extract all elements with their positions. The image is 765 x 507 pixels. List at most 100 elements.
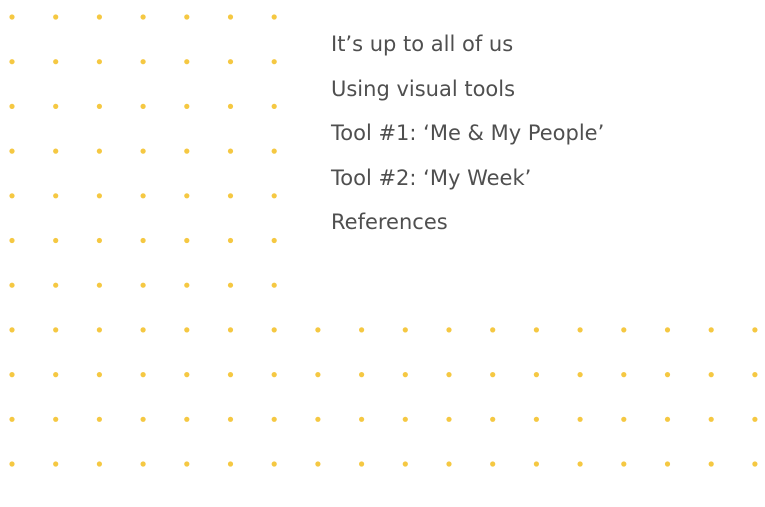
toc-link-references[interactable]: References xyxy=(331,200,604,245)
decorative-dot xyxy=(271,372,277,378)
decorative-dot xyxy=(227,14,234,20)
decorative-dot xyxy=(53,148,59,154)
decorative-dot xyxy=(664,327,671,333)
decorative-dot xyxy=(271,59,277,65)
decorative-dot xyxy=(9,59,15,65)
decorative-dot xyxy=(96,327,102,333)
decorative-dot xyxy=(9,14,15,20)
decorative-dot xyxy=(227,461,234,467)
toc-link-up-to-all-of-us[interactable]: It’s up to all of us xyxy=(331,22,604,67)
decorative-dot xyxy=(140,14,146,20)
decorative-dot xyxy=(446,416,452,422)
decorative-dot xyxy=(96,148,102,154)
toc-link-tool-2-my-week[interactable]: Tool #2: ‘My Week’ xyxy=(331,156,604,201)
decorative-dot xyxy=(577,327,583,333)
toc-link-tool-1-me-and-my-people[interactable]: Tool #1: ‘Me & My People’ xyxy=(331,111,604,156)
decorative-dot xyxy=(752,416,758,422)
decorative-dot xyxy=(96,193,102,199)
decorative-dot xyxy=(140,103,146,109)
decorative-dot xyxy=(53,461,59,467)
decorative-dot xyxy=(446,372,452,378)
decorative-dot xyxy=(359,327,365,333)
decorative-dot xyxy=(140,148,146,154)
decorative-dot xyxy=(53,237,59,244)
decorative-dot xyxy=(184,282,190,288)
decorative-dot xyxy=(140,237,146,244)
decorative-dot xyxy=(271,416,277,422)
decorative-dot xyxy=(227,103,234,109)
decorative-dot xyxy=(664,461,671,467)
decorative-dot xyxy=(96,59,102,65)
decorative-dot xyxy=(402,416,408,422)
decorative-dot xyxy=(752,327,758,333)
decorative-dot xyxy=(577,416,583,422)
decorative-dot xyxy=(533,461,540,467)
decorative-dot xyxy=(184,237,190,244)
decorative-dot xyxy=(708,461,714,467)
decorative-dot xyxy=(140,193,146,199)
decorative-dot xyxy=(752,372,758,378)
decorative-dot xyxy=(402,327,408,333)
decorative-dot xyxy=(184,14,190,20)
decorative-dot xyxy=(271,103,277,109)
decorative-dot xyxy=(9,372,15,378)
decorative-dot xyxy=(315,372,321,378)
decorative-dot xyxy=(708,416,714,422)
decorative-dot xyxy=(490,327,496,333)
decorative-dot xyxy=(271,282,277,288)
decorative-dot xyxy=(621,461,627,467)
decorative-dot xyxy=(227,59,234,65)
page-canvas: It’s up to all of us Using visual tools … xyxy=(0,0,765,507)
decorative-dot xyxy=(359,372,365,378)
decorative-dot xyxy=(621,327,627,333)
decorative-dot xyxy=(533,327,540,333)
decorative-dot xyxy=(533,372,540,378)
decorative-dot xyxy=(9,237,15,244)
table-of-contents: It’s up to all of us Using visual tools … xyxy=(331,22,604,245)
decorative-dot xyxy=(9,416,15,422)
decorative-dot xyxy=(621,416,627,422)
decorative-dot xyxy=(53,282,59,288)
decorative-dot xyxy=(184,59,190,65)
decorative-dot xyxy=(271,148,277,154)
decorative-dot xyxy=(184,372,190,378)
toc-link-using-visual-tools[interactable]: Using visual tools xyxy=(331,67,604,112)
decorative-dot xyxy=(184,148,190,154)
decorative-dot xyxy=(9,103,15,109)
decorative-dot xyxy=(53,103,59,109)
decorative-dot xyxy=(271,237,277,244)
decorative-dot xyxy=(402,372,408,378)
decorative-dot xyxy=(271,193,277,199)
decorative-dot xyxy=(664,372,671,378)
decorative-dot xyxy=(227,282,234,288)
decorative-dot xyxy=(53,59,59,65)
decorative-dot xyxy=(9,461,15,467)
decorative-dot xyxy=(359,461,365,467)
decorative-dot xyxy=(96,14,102,20)
decorative-dot xyxy=(490,461,496,467)
decorative-dot xyxy=(140,416,146,422)
decorative-dot xyxy=(184,461,190,467)
decorative-dot xyxy=(315,327,321,333)
decorative-dot xyxy=(140,327,146,333)
decorative-dot xyxy=(140,59,146,65)
decorative-dot xyxy=(53,327,59,333)
decorative-dot xyxy=(490,372,496,378)
decorative-dot xyxy=(53,193,59,199)
decorative-dot xyxy=(315,416,321,422)
decorative-dot xyxy=(227,148,234,154)
decorative-dot xyxy=(53,372,59,378)
decorative-dot xyxy=(533,416,540,422)
decorative-dot xyxy=(359,416,365,422)
decorative-dot xyxy=(140,282,146,288)
decorative-dot xyxy=(315,461,321,467)
decorative-dot xyxy=(577,372,583,378)
decorative-dot xyxy=(752,461,758,467)
decorative-dot xyxy=(271,14,277,20)
decorative-dot xyxy=(140,461,146,467)
decorative-dot xyxy=(184,103,190,109)
decorative-dot xyxy=(227,327,234,333)
decorative-dot xyxy=(227,416,234,422)
decorative-dot xyxy=(621,372,627,378)
decorative-dot xyxy=(227,237,234,244)
